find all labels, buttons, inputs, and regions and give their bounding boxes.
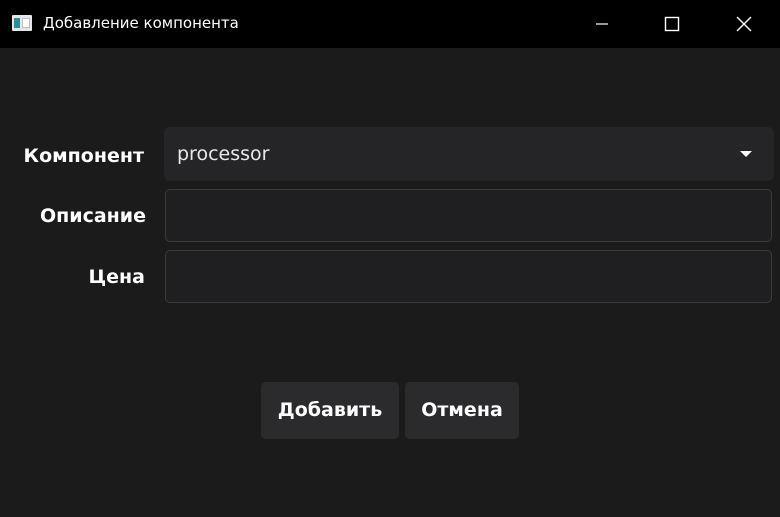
dialog-window: Добавление компонента Компонент processo… xyxy=(0,0,780,517)
maximize-button[interactable] xyxy=(637,0,707,48)
price-label: Цена xyxy=(88,266,145,288)
price-field[interactable] xyxy=(165,250,772,303)
add-button[interactable]: Добавить xyxy=(261,382,399,439)
window-title: Добавление компонента xyxy=(43,14,239,32)
dropdown-arrow-icon xyxy=(740,151,752,157)
app-icon xyxy=(12,15,32,31)
minimize-button[interactable] xyxy=(567,0,637,48)
maximize-icon xyxy=(664,16,680,32)
close-icon xyxy=(736,16,751,32)
minimize-icon xyxy=(596,23,608,25)
cancel-button[interactable]: Отмена xyxy=(405,382,519,439)
component-select[interactable]: processor xyxy=(164,127,774,181)
description-label: Описание xyxy=(39,205,146,227)
description-field[interactable] xyxy=(165,189,772,242)
component-label: Компонент xyxy=(23,145,144,167)
component-select-value: processor xyxy=(177,143,270,165)
title-bar[interactable]: Добавление компонента xyxy=(0,0,780,48)
close-button[interactable] xyxy=(707,0,780,48)
